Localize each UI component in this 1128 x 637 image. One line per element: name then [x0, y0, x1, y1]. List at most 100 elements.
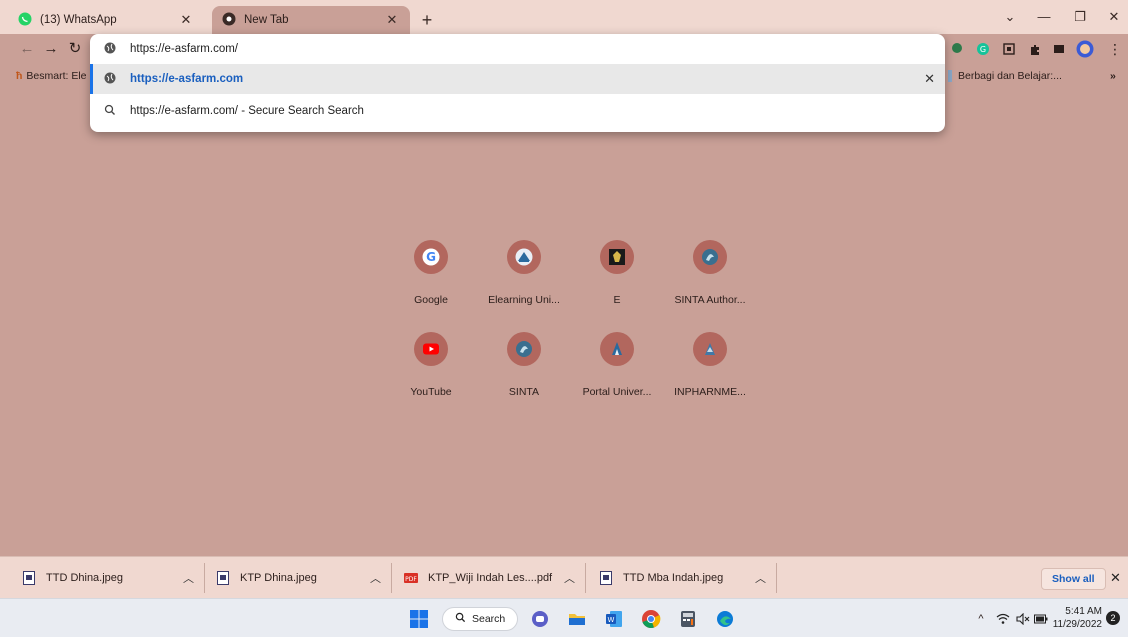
notification-badge[interactable]: 2 — [1106, 611, 1120, 625]
restore-button[interactable]: ❐ — [1062, 6, 1098, 28]
bookmarks-overflow-chevron-icon[interactable]: » — [1110, 70, 1116, 82]
tab-whatsapp[interactable]: (13) WhatsApp ✕ — [8, 6, 204, 34]
tab-title: New Tab — [244, 14, 289, 26]
omnibox-dropdown: https://e-asfarm.com/ https://e-asfarm.c… — [90, 34, 945, 132]
menu-kebab-icon[interactable]: ⋮ — [1106, 40, 1124, 58]
shortcut-google[interactable]: G Google — [389, 240, 473, 330]
shortcut-label: Elearning Uni... — [488, 294, 560, 306]
download-item[interactable]: TTD Mba Indah.jpeg ︿ — [599, 563, 777, 593]
grammarly-icon[interactable]: G — [974, 40, 992, 58]
whatsapp-icon — [18, 12, 32, 29]
image-file-icon — [599, 571, 613, 585]
edge-icon[interactable] — [714, 608, 736, 630]
remove-suggestion-icon[interactable]: ✕ — [924, 71, 935, 87]
system-tray-chevron-icon[interactable]: ^ — [970, 608, 992, 630]
file-explorer-icon[interactable] — [566, 608, 588, 630]
wifi-icon[interactable] — [992, 608, 1014, 630]
image-file-icon — [216, 571, 230, 585]
tab-search-chevron-icon[interactable]: ⌄ — [992, 6, 1028, 28]
omnibox-input[interactable]: https://e-asfarm.com/ — [130, 43, 238, 55]
elearning-icon — [507, 240, 541, 274]
tab-strip: (13) WhatsApp ✕ New Tab ✕ + ⌄ — ❐ ✕ — [0, 0, 1128, 34]
chevron-up-icon[interactable]: ︿ — [564, 570, 575, 586]
tab-new-tab[interactable]: New Tab ✕ — [212, 6, 410, 34]
shortcut-elearning[interactable]: Elearning Uni... — [482, 240, 566, 330]
omnibox-input-row[interactable]: https://e-asfarm.com/ — [90, 34, 945, 64]
shortcut-label: YouTube — [410, 386, 452, 398]
bookmark-label: Berbagi dan Belajar:... — [958, 70, 1062, 82]
chevron-up-icon[interactable]: ︿ — [183, 570, 194, 586]
teams-chat-icon[interactable] — [529, 608, 551, 630]
taskbar: Search W ^ 5:41 AM 11/29/2022 2 — [0, 598, 1128, 637]
taskbar-search[interactable]: Search — [442, 607, 518, 631]
show-all-button[interactable]: Show all — [1041, 568, 1106, 590]
university-icon — [600, 332, 634, 366]
omnibox-suggestion[interactable]: https://e-asfarm.com ✕ — [90, 64, 945, 94]
suggestion-text: https://e-asfarm.com — [130, 73, 244, 85]
profile-avatar-icon[interactable] — [1076, 40, 1094, 58]
download-filename: KTP_Wiji Indah Les....pdf — [428, 572, 553, 584]
search-icon — [94, 104, 126, 119]
omnibox-suggestion[interactable]: https://e-asfarm.com/ - Secure Search Se… — [90, 96, 945, 126]
shortcut-label: SINTA Author... — [674, 294, 746, 306]
close-tab-icon[interactable]: ✕ — [178, 12, 194, 28]
extension-location-icon[interactable] — [948, 40, 966, 58]
clock-time: 5:41 AM — [1065, 606, 1102, 617]
suggestion-text: https://e-asfarm.com/ - Secure Search Se… — [130, 105, 364, 117]
university-icon — [693, 332, 727, 366]
sinta-icon — [693, 240, 727, 274]
bookmark-label: Besmart: Ele — [26, 70, 87, 82]
extensions-puzzle-icon[interactable] — [1026, 40, 1044, 58]
chrome-icon[interactable] — [640, 608, 662, 630]
emblem-icon — [600, 240, 634, 274]
word-icon[interactable]: W — [603, 608, 625, 630]
chrome-icon — [222, 12, 236, 29]
sinta-icon — [507, 332, 541, 366]
shortcut-youtube[interactable]: YouTube — [389, 332, 473, 422]
windows-start-icon[interactable] — [408, 608, 430, 630]
download-item[interactable]: PDF KTP_Wiji Indah Les....pdf ︿ — [404, 563, 586, 593]
svg-text:G: G — [426, 250, 436, 264]
shortcut-inpharnme[interactable]: INPHARNME... — [668, 332, 752, 422]
close-shelf-icon[interactable]: ✕ — [1110, 570, 1121, 586]
youtube-icon — [414, 332, 448, 366]
besmart-icon: ħ — [16, 70, 23, 82]
svg-text:PDF: PDF — [405, 576, 417, 583]
download-filename: TTD Mba Indah.jpeg — [623, 572, 724, 584]
shortcut-sinta-author[interactable]: SINTA Author... — [668, 240, 752, 330]
svg-text:W: W — [608, 616, 615, 624]
side-panel-icon[interactable] — [1050, 40, 1068, 58]
chevron-up-icon[interactable]: ︿ — [370, 570, 381, 586]
back-button[interactable]: ← — [16, 38, 38, 60]
shortcut-label: INPHARNME... — [674, 386, 746, 398]
download-shelf: TTD Dhina.jpeg ︿ KTP Dhina.jpeg ︿ PDF KT… — [0, 556, 1128, 598]
shortcut-sinta[interactable]: SINTA — [482, 332, 566, 422]
search-icon — [455, 612, 466, 626]
globe-icon — [94, 42, 126, 57]
close-window-button[interactable]: ✕ — [1096, 6, 1128, 28]
shortcut-label: SINTA — [508, 386, 540, 398]
download-item[interactable]: KTP Dhina.jpeg ︿ — [216, 563, 392, 593]
shortcut-portal-univer[interactable]: Portal Univer... — [575, 332, 659, 422]
new-tab-button[interactable]: + — [416, 9, 438, 31]
tab-title: (13) WhatsApp — [40, 14, 117, 26]
globe-icon — [94, 72, 126, 87]
shortcut-label: Portal Univer... — [582, 386, 652, 398]
svg-text:G: G — [980, 45, 986, 54]
shortcut-label: Google — [414, 294, 448, 306]
download-item[interactable]: TTD Dhina.jpeg ︿ — [22, 563, 205, 593]
bookmark-berbagi[interactable]: Berbagi dan Belajar:... — [948, 70, 1062, 82]
bookmark-besmart[interactable]: ħ Besmart: Ele — [16, 70, 87, 82]
clock-date: 11/29/2022 — [1052, 619, 1102, 630]
shortcut-e[interactable]: E — [575, 240, 659, 330]
calculator-icon[interactable] — [677, 608, 699, 630]
chevron-up-icon[interactable]: ︿ — [755, 570, 766, 586]
download-filename: TTD Dhina.jpeg — [46, 572, 124, 584]
taskbar-search-label: Search — [472, 613, 506, 625]
close-tab-icon[interactable]: ✕ — [384, 12, 400, 28]
extension-box-icon[interactable] — [1000, 40, 1018, 58]
taskbar-clock[interactable]: 5:41 AM 11/29/2022 — [1046, 605, 1102, 631]
forward-button[interactable]: → — [40, 38, 62, 60]
reload-button[interactable]: ↻ — [64, 38, 86, 60]
minimize-button[interactable]: — — [1026, 6, 1062, 28]
